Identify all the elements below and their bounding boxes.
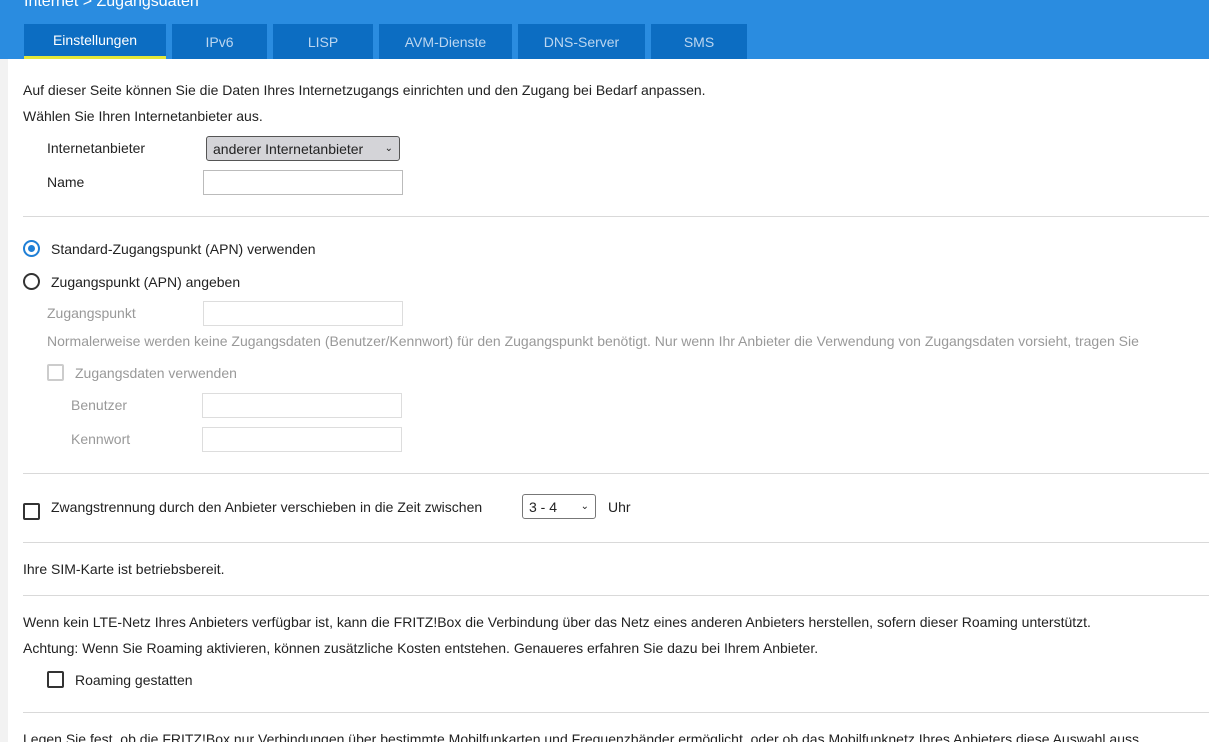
tab-einstellungen[interactable]: Einstellungen xyxy=(24,24,166,59)
name-input[interactable] xyxy=(203,170,403,195)
band-info: Legen Sie fest, ob die FRITZ!Box nur Ver… xyxy=(23,731,1139,742)
roaming-label: Roaming gestatten xyxy=(75,672,193,688)
time-unit: Uhr xyxy=(608,499,631,515)
apn-custom-label: Zugangspunkt (APN) angeben xyxy=(51,274,241,290)
use-credentials-label: Zugangsdaten verwenden xyxy=(75,365,237,381)
roaming-warning: Achtung: Wenn Sie Roaming aktivieren, kö… xyxy=(23,640,819,656)
apn-custom-radio[interactable] xyxy=(23,273,40,290)
divider xyxy=(23,712,1209,713)
apn-standard-label: Standard-Zugangspunkt (APN) verwenden xyxy=(51,241,316,257)
apn-note: Normalerweise werden keine Zugangsdaten … xyxy=(47,333,1139,349)
divider xyxy=(23,595,1209,596)
tab-bar: Einstellungen IPv6 LISP AVM-Dienste DNS-… xyxy=(24,24,747,59)
provider-label: Internetanbieter xyxy=(47,140,146,156)
apn-standard-radio[interactable] xyxy=(23,240,40,257)
forced-disconnect-label: Zwangstrennung durch den Anbieter versch… xyxy=(51,499,483,515)
user-label: Benutzer xyxy=(71,397,128,413)
tab-dns-server[interactable]: DNS-Server xyxy=(518,24,645,59)
tab-avm-dienste[interactable]: AVM-Dienste xyxy=(379,24,512,59)
roaming-info: Wenn kein LTE-Netz Ihres Anbieters verfü… xyxy=(23,614,1091,630)
apn-label: Zugangspunkt xyxy=(47,305,136,321)
password-label: Kennwort xyxy=(71,431,131,447)
password-input[interactable] xyxy=(202,427,402,452)
breadcrumb: Internet > Zugangsdaten xyxy=(24,0,199,10)
tab-lisp[interactable]: LISP xyxy=(273,24,373,59)
chevron-down-icon: ⌄ xyxy=(580,501,589,512)
header: Internet > Zugangsdaten Einstellungen IP… xyxy=(0,0,1209,59)
time-select[interactable]: 3 - 4 ⌄ xyxy=(522,494,596,519)
provider-value: anderer Internetanbieter xyxy=(213,140,364,157)
time-value: 3 - 4 xyxy=(529,498,558,515)
tab-sms[interactable]: SMS xyxy=(651,24,747,59)
intro-text: Auf dieser Seite können Sie die Daten Ih… xyxy=(23,82,706,98)
tab-ipv6[interactable]: IPv6 xyxy=(172,24,267,59)
sim-status: Ihre SIM-Karte ist betriebsbereit. xyxy=(23,561,225,577)
divider xyxy=(23,216,1209,217)
divider xyxy=(23,473,1209,474)
use-credentials-checkbox[interactable] xyxy=(47,364,64,381)
content: Auf dieser Seite können Sie die Daten Ih… xyxy=(8,59,1209,742)
forced-disconnect-checkbox[interactable] xyxy=(23,503,40,520)
user-input[interactable] xyxy=(202,393,402,418)
provider-prompt: Wählen Sie Ihren Internetanbieter aus. xyxy=(23,108,263,124)
apn-input[interactable] xyxy=(203,301,403,326)
divider xyxy=(23,542,1209,543)
name-label: Name xyxy=(47,174,85,190)
provider-select[interactable]: anderer Internetanbieter ⌄ xyxy=(206,136,400,161)
chevron-down-icon: ⌄ xyxy=(384,143,393,154)
roaming-checkbox[interactable] xyxy=(47,671,64,688)
